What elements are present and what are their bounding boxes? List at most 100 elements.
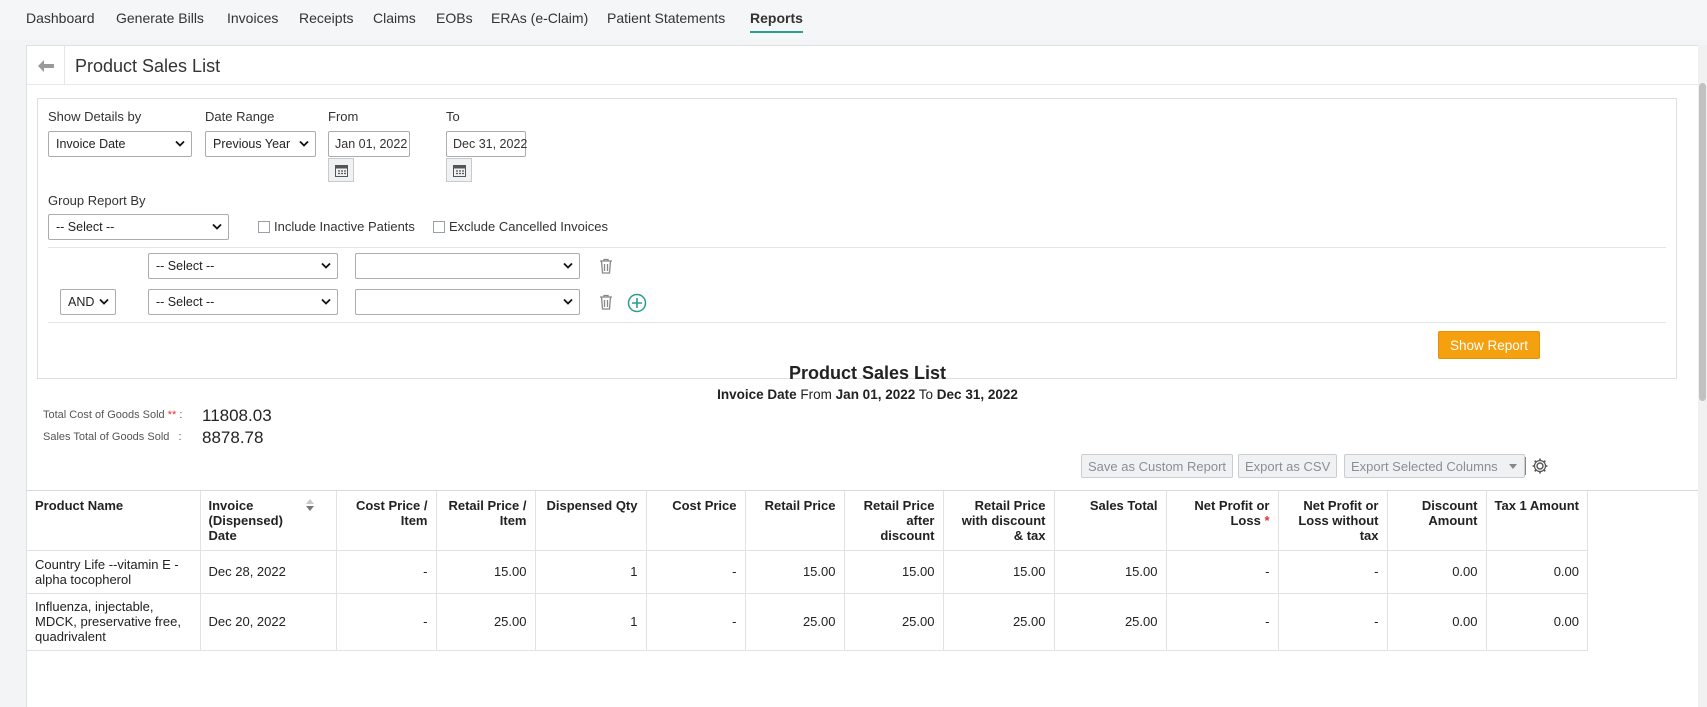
report-sub-to: Dec 31, 2022 bbox=[936, 387, 1018, 402]
date-range-label: Date Range bbox=[205, 109, 275, 124]
title-bar: Product Sales List bbox=[27, 46, 1707, 85]
to-label: To bbox=[446, 109, 460, 124]
report-sub-from: Jan 01, 2022 bbox=[835, 387, 916, 402]
col-net-profit-label: Net Profit or Loss bbox=[1194, 498, 1270, 528]
include-inactive-checkbox[interactable]: Include Inactive Patients bbox=[258, 219, 415, 234]
sales-label-text: Sales Total of Goods Sold bbox=[43, 431, 170, 443]
nav-invoices[interactable]: Invoices bbox=[227, 10, 278, 26]
calendar-icon bbox=[334, 164, 348, 177]
col-retail-price[interactable]: Retail Price bbox=[745, 491, 845, 551]
page-scrollbar[interactable] bbox=[1698, 45, 1707, 707]
cell-dispensed-qty: 1 bbox=[535, 593, 647, 651]
cell-cost-price-item: - bbox=[336, 550, 437, 594]
col-invoice-date[interactable]: Invoice (Dispensed) Date bbox=[200, 491, 337, 551]
table-row[interactable]: Influenza, injectable, MDCK, preservativ… bbox=[27, 593, 1589, 651]
condition-field-select-2[interactable]: -- Select -- bbox=[148, 289, 338, 315]
report-sub-field: Invoice Date bbox=[717, 387, 797, 402]
cell-net-profit: - bbox=[1166, 550, 1279, 594]
save-custom-report-button[interactable]: Save as Custom Report bbox=[1081, 454, 1234, 478]
cell-net-profit-without-tax: - bbox=[1278, 550, 1388, 594]
cell-retail-after-discount: 25.00 bbox=[844, 593, 944, 651]
calendar-icon bbox=[452, 164, 466, 177]
col-sales-total[interactable]: Sales Total bbox=[1054, 491, 1167, 551]
show-details-label: Show Details by bbox=[48, 109, 142, 124]
condition-value-select-1[interactable] bbox=[355, 253, 580, 279]
back-button[interactable] bbox=[27, 46, 65, 85]
report-panel: Product Sales List Show Details by Invoi… bbox=[26, 45, 1707, 707]
col-invoice-date-label: Invoice (Dispensed) Date bbox=[208, 498, 283, 543]
condition-operator-select[interactable]: AND bbox=[60, 289, 116, 315]
settings-gear-icon[interactable] bbox=[1531, 457, 1549, 475]
from-date-input[interactable]: Jan 01, 2022 bbox=[328, 131, 410, 157]
nav-claims[interactable]: Claims bbox=[373, 10, 416, 26]
add-condition-icon[interactable] bbox=[627, 293, 647, 313]
cell-retail-discount-tax: 25.00 bbox=[943, 593, 1055, 651]
chevron-down-icon bbox=[212, 223, 222, 230]
nav-receipts[interactable]: Receipts bbox=[299, 10, 353, 26]
condition-field-value: -- Select -- bbox=[156, 295, 215, 309]
show-report-button[interactable]: Show Report bbox=[1438, 331, 1541, 359]
col-tax1-amount[interactable]: Tax 1 Amount bbox=[1486, 491, 1589, 551]
col-retail-price-item[interactable]: Retail Price / Item bbox=[436, 491, 536, 551]
col-dispensed-qty[interactable]: Dispensed Qty bbox=[535, 491, 647, 551]
cell-net-profit: - bbox=[1166, 593, 1279, 651]
cell-discount-amount: 0.00 bbox=[1387, 593, 1487, 651]
col-net-profit[interactable]: Net Profit or Loss * bbox=[1166, 491, 1279, 551]
chevron-down-icon bbox=[563, 298, 573, 305]
exclude-cancelled-label: Exclude Cancelled Invoices bbox=[449, 219, 608, 234]
col-retail-after-discount[interactable]: Retail Price after discount bbox=[844, 491, 944, 551]
show-details-value: Invoice Date bbox=[56, 137, 126, 151]
table-row[interactable]: Country Life --vitamin E - alpha tocophe… bbox=[27, 550, 1589, 594]
nav-generate-bills[interactable]: Generate Bills bbox=[116, 10, 204, 26]
nav-eobs[interactable]: EOBs bbox=[436, 10, 473, 26]
col-product-name[interactable]: Product Name bbox=[27, 491, 201, 551]
trash-icon[interactable] bbox=[599, 258, 613, 274]
col-cost-price-item[interactable]: Cost Price / Item bbox=[336, 491, 437, 551]
export-selected-label: Export Selected Columns bbox=[1351, 459, 1498, 474]
chevron-down-icon bbox=[175, 140, 185, 147]
group-report-select[interactable]: -- Select -- bbox=[48, 214, 229, 240]
trash-icon[interactable] bbox=[599, 294, 613, 310]
cell-cost-price: - bbox=[646, 550, 746, 594]
cell-invoice-date: Dec 20, 2022 bbox=[200, 593, 337, 651]
nav-dashboard[interactable]: Dashboard bbox=[26, 10, 95, 26]
page-title: Product Sales List bbox=[75, 56, 221, 76]
cell-product-name: Influenza, injectable, MDCK, preservativ… bbox=[27, 593, 201, 651]
chevron-down-icon bbox=[321, 262, 331, 269]
include-inactive-label: Include Inactive Patients bbox=[274, 219, 415, 234]
cell-sales-total: 15.00 bbox=[1054, 550, 1167, 594]
scrollbar-thumb[interactable] bbox=[1699, 83, 1706, 401]
from-calendar-button[interactable] bbox=[328, 158, 354, 182]
to-date-input[interactable]: Dec 31, 2022 bbox=[446, 131, 527, 157]
date-range-select[interactable]: Previous Year bbox=[205, 131, 316, 157]
cell-dispensed-qty: 1 bbox=[535, 550, 647, 594]
to-calendar-button[interactable] bbox=[446, 158, 472, 182]
cell-retail-after-discount: 15.00 bbox=[844, 550, 944, 594]
sort-icon[interactable] bbox=[305, 499, 314, 511]
export-csv-button[interactable]: Export as CSV bbox=[1238, 454, 1338, 478]
checkbox-box bbox=[258, 220, 270, 233]
nav-reports[interactable]: Reports bbox=[750, 10, 803, 33]
divider bbox=[48, 247, 1666, 248]
exclude-cancelled-checkbox[interactable]: Exclude Cancelled Invoices bbox=[433, 219, 608, 234]
export-selected-columns-button[interactable]: Export Selected Columns bbox=[1344, 454, 1525, 478]
cell-retail-price: 15.00 bbox=[745, 550, 845, 594]
checkbox-box bbox=[433, 220, 445, 233]
show-details-select[interactable]: Invoice Date bbox=[48, 131, 192, 157]
nav-eras[interactable]: ERAs (e-Claim) bbox=[491, 10, 588, 26]
condition-field-select-1[interactable]: -- Select -- bbox=[148, 253, 338, 279]
cell-net-profit-without-tax: - bbox=[1278, 593, 1388, 651]
date-range-value: Previous Year bbox=[213, 137, 291, 151]
required-mark: * bbox=[1264, 513, 1270, 528]
condition-value-select-2[interactable] bbox=[355, 289, 580, 315]
top-nav: Dashboard Generate Bills Invoices Receip… bbox=[0, 0, 1707, 40]
cell-cost-price: - bbox=[646, 593, 746, 651]
cell-invoice-date: Dec 28, 2022 bbox=[200, 550, 337, 594]
col-cost-price[interactable]: Cost Price bbox=[646, 491, 746, 551]
col-retail-discount-tax[interactable]: Retail Price with discount & tax bbox=[943, 491, 1055, 551]
cell-retail-price-item: 25.00 bbox=[436, 593, 536, 651]
col-discount-amount[interactable]: Discount Amount bbox=[1387, 491, 1487, 551]
col-net-profit-without-tax[interactable]: Net Profit or Loss without tax bbox=[1278, 491, 1388, 551]
caret-down-icon bbox=[1509, 464, 1517, 469]
nav-patient-statements[interactable]: Patient Statements bbox=[607, 10, 725, 26]
